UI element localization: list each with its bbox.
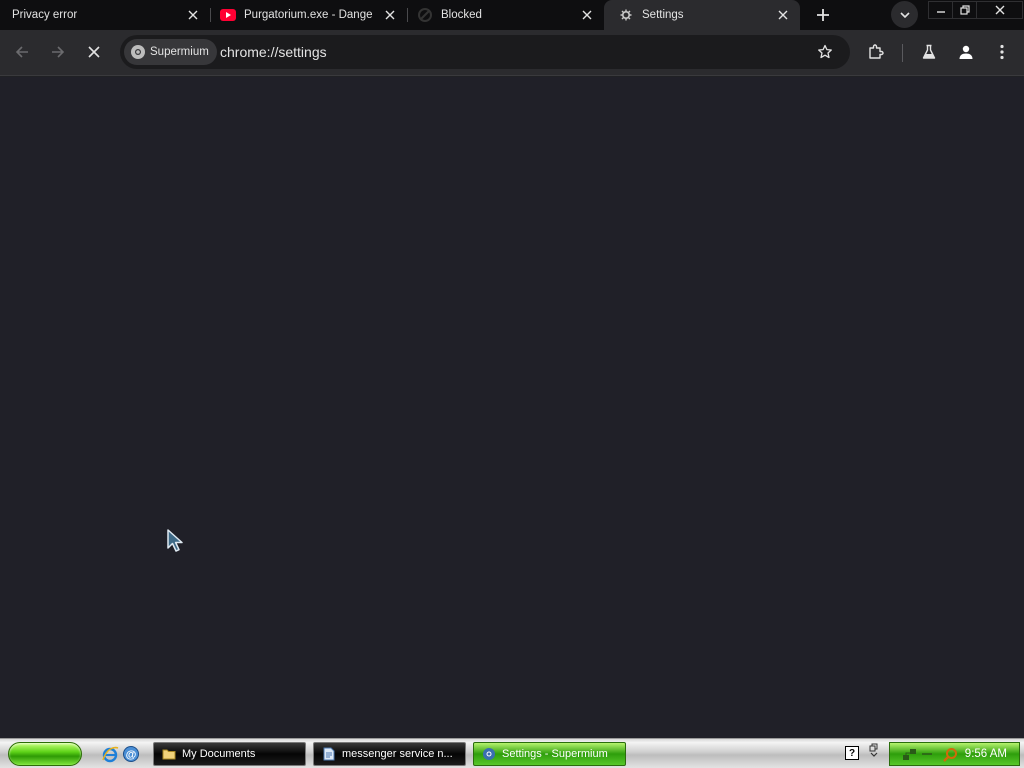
restore-icon	[959, 5, 970, 15]
site-chip-label: Supermium	[150, 46, 209, 58]
extensions-button[interactable]	[862, 38, 890, 66]
help-icon[interactable]: ?	[845, 746, 859, 760]
tab-title: Privacy error	[12, 9, 78, 21]
start-button[interactable]	[8, 742, 82, 766]
youtube-icon	[220, 7, 236, 23]
screen: Privacy error Purgatorium.exe - Dangerou…	[0, 0, 1024, 768]
magnifier-icon[interactable]	[942, 747, 958, 763]
menu-button[interactable]	[988, 38, 1016, 66]
profile-button[interactable]	[952, 38, 980, 66]
taskbar-button-my-documents[interactable]: My Documents	[153, 742, 306, 766]
mouse-cursor-icon	[167, 529, 183, 552]
tab-title: Settings	[642, 9, 684, 21]
tab-strip: Privacy error Purgatorium.exe - Dangerou…	[0, 0, 1024, 30]
tab-settings[interactable]: Settings	[604, 0, 800, 30]
close-icon[interactable]	[382, 7, 398, 23]
tab-blocked[interactable]: Blocked	[409, 0, 604, 30]
tab-title: Purgatorium.exe - Dangerous	[244, 9, 372, 21]
internet-explorer-icon[interactable]	[100, 744, 120, 764]
person-icon	[959, 45, 973, 59]
folder-icon	[162, 747, 176, 761]
close-icon[interactable]	[775, 7, 791, 23]
taskbar-button-settings-supermium[interactable]: Settings - Supermium	[473, 742, 626, 766]
labs-button[interactable]	[915, 38, 943, 66]
restore-icon	[869, 743, 878, 752]
tab-title: Blocked	[441, 9, 482, 21]
browser-icon	[482, 747, 496, 761]
tab-separator	[407, 8, 408, 22]
kebab-menu-icon	[1000, 44, 1004, 60]
window-controls	[928, 1, 1024, 19]
address-bar[interactable]: Supermium chrome://settings	[120, 35, 850, 69]
restore-button[interactable]	[952, 1, 976, 19]
chevron-down-icon	[899, 11, 910, 18]
arrow-right-icon	[52, 46, 65, 58]
page-content	[0, 77, 1024, 738]
blocked-icon	[417, 7, 433, 23]
tab-search-button[interactable]	[891, 1, 918, 28]
minimize-button[interactable]	[928, 1, 952, 19]
toolbar-divider	[902, 44, 903, 62]
arrow-left-icon	[15, 46, 28, 58]
star-icon	[818, 44, 832, 59]
task-label: Settings - Supermium	[502, 748, 608, 760]
puzzle-icon	[869, 44, 884, 59]
task-label: messenger service n...	[342, 748, 453, 760]
settings-gear-icon	[618, 7, 634, 23]
show-desktop-toggle[interactable]	[867, 743, 881, 763]
taskbar-button-messenger-service[interactable]: messenger service n...	[313, 742, 466, 766]
task-label: My Documents	[182, 748, 256, 760]
stop-loading-button[interactable]	[80, 38, 108, 66]
new-tab-button[interactable]	[810, 3, 836, 27]
taskbar: @ My Documents messenger service n... Se…	[0, 738, 1024, 768]
network-icon[interactable]	[902, 747, 918, 761]
close-window-button[interactable]	[976, 1, 1023, 19]
tab-separator	[210, 8, 211, 22]
system-tray: 9:56 AM	[889, 742, 1020, 766]
bookmark-button[interactable]	[812, 39, 838, 65]
close-icon[interactable]	[185, 7, 201, 23]
tray-separator-icon	[922, 753, 932, 755]
document-icon	[322, 747, 336, 761]
clock[interactable]: 9:56 AM	[965, 748, 1007, 760]
tab-privacy-error[interactable]: Privacy error	[0, 0, 208, 30]
chevron-down-icon	[870, 752, 878, 757]
svg-text:@: @	[126, 749, 137, 761]
email-client-icon[interactable]: @	[121, 744, 141, 764]
flask-icon	[922, 44, 936, 59]
close-icon	[88, 46, 100, 58]
supermium-logo-icon	[130, 44, 146, 60]
plus-icon	[817, 9, 829, 21]
minimize-icon	[936, 11, 945, 13]
close-icon[interactable]	[579, 7, 595, 23]
browser-toolbar: Supermium chrome://settings	[0, 30, 1024, 76]
close-icon	[995, 5, 1004, 15]
forward-button[interactable]	[44, 38, 72, 66]
tab-purgatorium[interactable]: Purgatorium.exe - Dangerous	[212, 0, 407, 30]
back-button[interactable]	[8, 38, 36, 66]
site-info-chip[interactable]: Supermium	[124, 39, 217, 65]
url-text[interactable]: chrome://settings	[220, 44, 327, 60]
